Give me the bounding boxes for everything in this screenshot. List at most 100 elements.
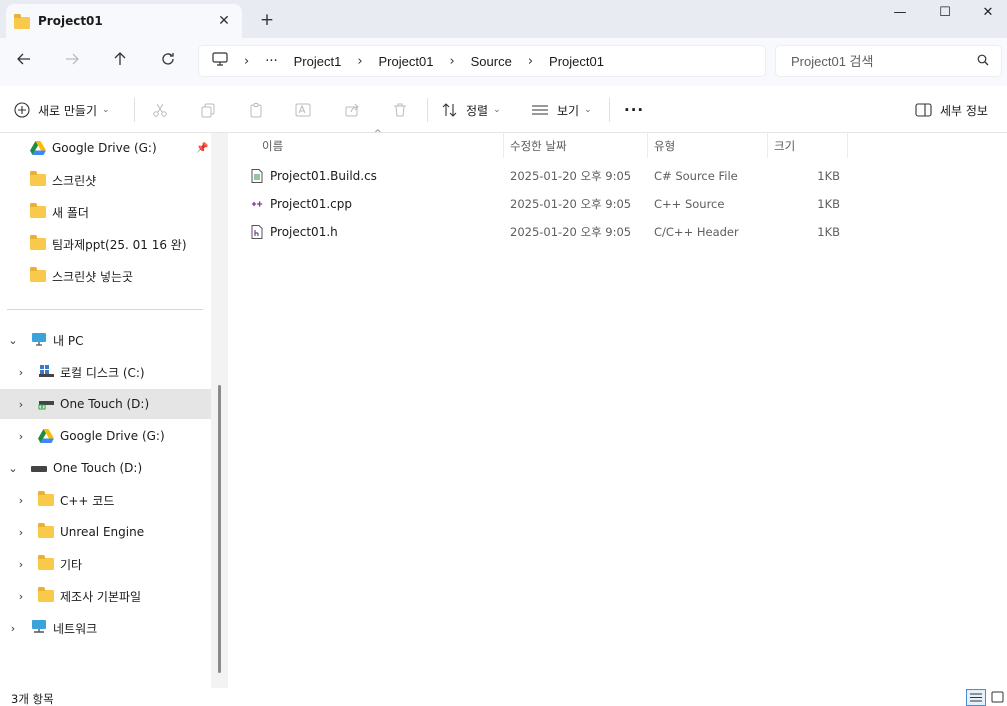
breadcrumb-chevron-icon: › xyxy=(357,53,363,69)
google-drive-icon xyxy=(38,429,54,443)
sort-button[interactable]: 정렬 ⌄ xyxy=(442,97,501,123)
chevron-right-icon[interactable]: › xyxy=(14,590,28,603)
chevron-right-icon[interactable]: › xyxy=(14,558,28,571)
new-tab-button[interactable]: + xyxy=(257,10,277,30)
chevron-right-icon[interactable]: › xyxy=(14,366,28,379)
sidebar-item-manufacturer-files[interactable]: › 제조사 기본파일 xyxy=(14,581,211,611)
sidebar-item-cpp-code[interactable]: › C++ 코드 xyxy=(14,485,211,515)
file-type: C/C++ Header xyxy=(654,225,739,239)
column-header-date[interactable]: 수정한 날짜 xyxy=(504,133,648,158)
share-button[interactable] xyxy=(339,97,365,123)
sidebar-item-unreal-engine[interactable]: › Unreal Engine xyxy=(14,517,211,547)
search-input[interactable] xyxy=(791,53,961,69)
monitor-icon xyxy=(31,332,47,349)
folder-icon xyxy=(38,491,54,506)
sidebar-item-screenshots[interactable]: 스크린샷 xyxy=(30,165,210,195)
breadcrumb-overflow[interactable]: ··· xyxy=(265,54,277,69)
close-window-button[interactable]: ✕ xyxy=(965,0,1007,28)
sidebar-scrollbar-thumb[interactable] xyxy=(218,385,221,673)
column-header-label: 유형 xyxy=(654,138,676,153)
chevron-down-icon[interactable]: ⌄ xyxy=(6,462,20,475)
sidebar-item-label: 팀과제ppt(25. 01 16 완) xyxy=(52,237,187,252)
paste-button[interactable] xyxy=(243,97,269,123)
column-header-type[interactable]: 유형 xyxy=(648,133,768,158)
sidebar-item-local-disk-c[interactable]: › 로컬 디스크 (C:) xyxy=(14,357,211,387)
tab-project01[interactable]: Project01 ✕ xyxy=(6,4,242,38)
sort-button-label: 정렬 xyxy=(466,103,489,118)
breadcrumb-item-current[interactable]: Project01 xyxy=(549,54,604,69)
column-header-name[interactable]: 이름 ^ xyxy=(256,129,504,158)
sidebar-item-label: 내 PC xyxy=(53,333,84,348)
back-button[interactable] xyxy=(11,50,37,74)
tiles-view-icon xyxy=(991,691,1004,703)
chevron-right-icon[interactable]: › xyxy=(14,398,28,411)
title-bar: Project01 ✕ + — ☐ ✕ xyxy=(0,0,1007,38)
tiles-view-button[interactable] xyxy=(989,689,1007,706)
search-box[interactable] xyxy=(775,45,1002,77)
details-view-button[interactable] xyxy=(966,689,986,706)
sort-icon xyxy=(442,103,457,117)
sidebar-item-team-ppt[interactable]: 팀과제ppt(25. 01 16 완) xyxy=(30,229,210,259)
sidebar-item-one-touch-d-selected[interactable]: › One Touch (D:) xyxy=(0,389,211,419)
chevron-down-icon: ⌄ xyxy=(493,105,501,115)
chevron-right-icon[interactable]: › xyxy=(6,622,20,635)
sidebar-item-etc[interactable]: › 기타 xyxy=(14,549,211,579)
column-header-label: 수정한 날짜 xyxy=(510,138,567,153)
sidebar-item-google-drive-pinned[interactable]: Google Drive (G:) xyxy=(30,133,210,163)
rename-icon xyxy=(295,103,311,117)
sidebar-item-one-touch-d[interactable]: ⌄ One Touch (D:) xyxy=(6,453,211,483)
view-list-icon xyxy=(532,105,548,115)
maximize-button[interactable]: ☐ xyxy=(922,0,968,28)
details-pane-button[interactable]: 세부 정보 xyxy=(915,97,988,123)
sidebar-item-label: 새 폴더 xyxy=(52,205,89,220)
view-button-label: 보기 xyxy=(557,103,580,118)
minimize-button[interactable]: — xyxy=(877,0,923,28)
file-date: 2025-01-20 오후 9:05 xyxy=(510,225,632,239)
file-size: 1KB xyxy=(817,225,840,239)
refresh-button[interactable] xyxy=(155,50,181,74)
table-row[interactable]: Project01.cpp 2025-01-20 오후 9:05 C++ Sou… xyxy=(246,190,850,218)
sidebar-item-network[interactable]: › 네트워크 xyxy=(6,613,211,643)
copy-icon xyxy=(201,103,215,118)
sidebar-item-google-drive-g[interactable]: › Google Drive (G:) xyxy=(14,421,211,451)
column-header-size[interactable]: 크기 xyxy=(768,133,848,158)
divider xyxy=(609,98,610,122)
up-button[interactable] xyxy=(107,50,133,74)
search-icon[interactable] xyxy=(977,54,989,69)
details-view-icon xyxy=(970,693,982,702)
sidebar-item-label: Google Drive (G:) xyxy=(52,141,157,155)
chevron-down-icon[interactable]: ⌄ xyxy=(6,334,20,347)
divider xyxy=(427,98,428,122)
more-options-button[interactable]: ··· xyxy=(624,97,644,123)
table-row[interactable]: Project01.h 2025-01-20 오후 9:05 C/C++ Hea… xyxy=(246,218,850,246)
sidebar-item-label: 스크린샷 xyxy=(52,173,97,188)
sidebar-item-label: Unreal Engine xyxy=(60,525,145,539)
sidebar-item-label: 제조사 기본파일 xyxy=(60,589,142,604)
chevron-right-icon[interactable]: › xyxy=(14,494,28,507)
forward-button[interactable] xyxy=(59,50,85,74)
address-bar[interactable]: › ··· Project1 › Project01 › Source › Pr… xyxy=(198,45,766,77)
breadcrumb-item-project01[interactable]: Project01 xyxy=(379,54,434,69)
breadcrumb-item-source[interactable]: Source xyxy=(471,54,512,69)
delete-button[interactable] xyxy=(387,97,413,123)
cut-button[interactable] xyxy=(147,97,173,123)
copy-button[interactable] xyxy=(195,97,221,123)
new-button[interactable]: 새로 만들기 ⌄ xyxy=(14,97,110,123)
details-pane-icon xyxy=(915,103,932,117)
sidebar-item-new-folder[interactable]: 새 폴더 xyxy=(30,197,210,227)
sidebar-item-label: One Touch (D:) xyxy=(60,397,150,411)
sidebar-item-label: C++ 코드 xyxy=(60,493,115,508)
sidebar-item-this-pc[interactable]: ⌄ 내 PC xyxy=(6,325,211,355)
chevron-right-icon[interactable]: › xyxy=(14,430,28,443)
tab-close-button[interactable]: ✕ xyxy=(214,11,234,31)
breadcrumb-item-project1[interactable]: Project1 xyxy=(294,54,342,69)
drive-icon xyxy=(31,461,47,475)
breadcrumb-chevron-icon: › xyxy=(244,53,250,69)
sidebar-item-screenshot-drop[interactable]: 스크린샷 넣는곳 xyxy=(30,261,210,291)
clipboard-icon xyxy=(250,103,262,118)
view-button[interactable]: 보기 ⌄ xyxy=(531,97,592,123)
rename-button[interactable] xyxy=(291,97,317,123)
trash-icon xyxy=(394,103,406,117)
chevron-right-icon[interactable]: › xyxy=(14,526,28,539)
table-row[interactable]: Project01.Build.cs 2025-01-20 오후 9:05 C#… xyxy=(246,162,850,190)
